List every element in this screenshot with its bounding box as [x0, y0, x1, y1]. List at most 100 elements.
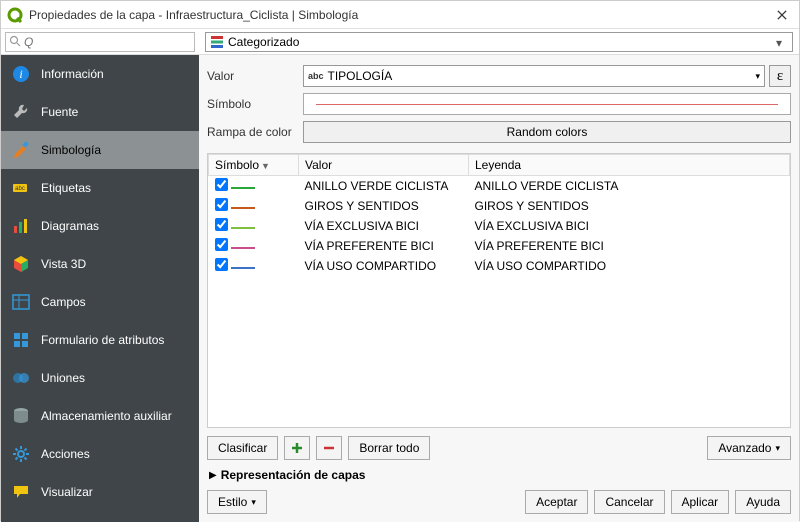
fields-icon	[11, 292, 31, 312]
expression-button[interactable]: ε	[769, 65, 791, 87]
row-legend: GIROS Y SENTIDOS	[469, 196, 790, 216]
row-legend: VÍA PREFERENTE BICI	[469, 236, 790, 256]
sidebar-item-label: Fuente	[41, 105, 78, 119]
style-button[interactable]: Estilo▾	[207, 490, 267, 514]
layer-rendering-expander[interactable]: ▶ Representación de capas	[199, 464, 799, 484]
symbol-swatch	[231, 227, 255, 229]
remove-category-button[interactable]	[316, 436, 342, 460]
categories-table-host: Símbolo▼ Valor Leyenda ANILLO VERDE CICL…	[207, 153, 791, 428]
symbol-preview-line	[316, 104, 778, 105]
renderer-type-label: Categorizado	[228, 35, 776, 49]
storage-icon	[11, 406, 31, 426]
row-visibility-checkbox[interactable]	[215, 178, 228, 191]
sidebar-item-label: Uniones	[41, 371, 85, 385]
sidebar-item-label: Simbología	[41, 143, 101, 157]
app-icon	[7, 7, 23, 23]
ok-button[interactable]: Aceptar	[525, 490, 588, 514]
sidebar-item-label: Visualizar	[41, 485, 93, 499]
symbol-button[interactable]	[303, 93, 791, 115]
advanced-button[interactable]: Avanzado▾	[707, 436, 791, 460]
sidebar-item-visualizar[interactable]: Visualizar	[1, 473, 199, 511]
sidebar-item-informacion[interactable]: i Información	[1, 55, 199, 93]
color-ramp-value: Random colors	[507, 125, 588, 139]
content-panel: Valor abc TIPOLOGÍA ▾ ε Símbolo	[199, 55, 799, 522]
apply-button[interactable]: Aplicar	[671, 490, 730, 514]
table-row[interactable]: GIROS Y SENTIDOSGIROS Y SENTIDOS	[209, 196, 790, 216]
row-legend: ANILLO VERDE CICLISTA	[469, 176, 790, 197]
sort-down-icon: ▼	[261, 161, 270, 171]
title-bar: Propiedades de la capa - Infraestructura…	[1, 1, 799, 29]
sidebar-item-vista3d[interactable]: Vista 3D	[1, 245, 199, 283]
renderer-type-combo[interactable]: Categorizado ▾	[205, 32, 793, 52]
sidebar-item-acciones[interactable]: Acciones	[1, 435, 199, 473]
row-value: ANILLO VERDE CICLISTA	[299, 176, 469, 197]
sidebar-item-campos[interactable]: Campos	[1, 283, 199, 321]
symbol-label: Símbolo	[207, 97, 303, 111]
delete-all-button[interactable]: Borrar todo	[348, 436, 430, 460]
add-category-button[interactable]	[284, 436, 310, 460]
row-visibility-checkbox[interactable]	[215, 198, 228, 211]
row-value: GIROS Y SENTIDOS	[299, 196, 469, 216]
sidebar-item-uniones[interactable]: Uniones	[1, 359, 199, 397]
symbol-swatch	[231, 267, 255, 269]
sidebar-item-diagramas[interactable]: Diagramas	[1, 207, 199, 245]
classify-button[interactable]: Clasificar	[207, 436, 278, 460]
layer-rendering-label: Representación de capas	[221, 468, 366, 482]
table-row[interactable]: ANILLO VERDE CICLISTAANILLO VERDE CICLIS…	[209, 176, 790, 197]
window-title: Propiedades de la capa - Infraestructura…	[29, 8, 771, 22]
categories-table: Símbolo▼ Valor Leyenda ANILLO VERDE CICL…	[208, 154, 790, 276]
cube-icon	[11, 254, 31, 274]
chevron-down-icon: ▾	[755, 71, 760, 82]
help-button[interactable]: Ayuda	[735, 490, 791, 514]
table-row[interactable]: VÍA USO COMPARTIDOVÍA USO COMPARTIDO	[209, 256, 790, 276]
color-ramp-button[interactable]: Random colors	[303, 121, 791, 143]
row-visibility-checkbox[interactable]	[215, 238, 228, 251]
col-value[interactable]: Valor	[299, 155, 469, 176]
close-button[interactable]	[771, 4, 793, 26]
sidebar-item-fuente[interactable]: Fuente	[1, 93, 199, 131]
row-legend: VÍA USO COMPARTIDO	[469, 256, 790, 276]
chevron-down-icon: ▾	[775, 443, 780, 454]
sidebar-item-label: Campos	[41, 295, 86, 309]
chevron-down-icon: ▾	[776, 36, 788, 48]
col-symbol[interactable]: Símbolo▼	[209, 155, 299, 176]
row-visibility-checkbox[interactable]	[215, 258, 228, 271]
svg-text:abc: abc	[15, 186, 25, 192]
categorized-icon	[210, 35, 224, 49]
value-field-text: TIPOLOGÍA	[328, 69, 393, 83]
diagrams-icon	[11, 216, 31, 236]
row-legend: VÍA EXCLUSIVA BICI	[469, 216, 790, 236]
row-visibility-checkbox[interactable]	[215, 218, 228, 231]
symbol-swatch	[231, 187, 255, 189]
gear-icon	[11, 444, 31, 464]
tooltip-icon	[11, 482, 31, 502]
chevron-down-icon: ▾	[251, 497, 256, 508]
table-row[interactable]: VÍA EXCLUSIVA BICIVÍA EXCLUSIVA BICI	[209, 216, 790, 236]
table-row[interactable]: VÍA PREFERENTE BICIVÍA PREFERENTE BICI	[209, 236, 790, 256]
row-value: VÍA PREFERENTE BICI	[299, 236, 469, 256]
abc-type-icon: abc	[308, 71, 324, 81]
form-icon	[11, 330, 31, 350]
labels-icon: abc	[11, 178, 31, 198]
sidebar-item-etiquetas[interactable]: abc Etiquetas	[1, 169, 199, 207]
sidebar-item-label: Etiquetas	[41, 181, 91, 195]
cancel-button[interactable]: Cancelar	[594, 490, 664, 514]
dialog-footer: Estilo▾ Aceptar Cancelar Aplicar Ayuda	[199, 484, 799, 522]
col-legend[interactable]: Leyenda	[469, 155, 790, 176]
triangle-right-icon: ▶	[209, 470, 217, 481]
sidebar-item-label: Formulario de atributos	[41, 333, 164, 347]
sidebar-item-almacenamiento[interactable]: Almacenamiento auxiliar	[1, 397, 199, 435]
sidebar-item-formulario[interactable]: Formulario de atributos	[1, 321, 199, 359]
sidebar-item-label: Acciones	[41, 447, 90, 461]
sidebar-item-simbologia[interactable]: Simbología	[1, 131, 199, 169]
svg-text:i: i	[19, 67, 22, 81]
sidebar-item-representacion[interactable]: Representación	[1, 511, 199, 522]
sidebar-item-label: Información	[41, 67, 104, 81]
sidebar: i Información Fuente Simbología abc Etiq…	[1, 55, 199, 522]
value-field-combo[interactable]: abc TIPOLOGÍA ▾	[303, 65, 765, 87]
joins-icon	[11, 368, 31, 388]
search-row: Categorizado ▾	[1, 29, 799, 55]
sidebar-item-label: Almacenamiento auxiliar	[41, 409, 172, 423]
brush-icon	[11, 140, 31, 160]
sidebar-search-input[interactable]	[5, 32, 195, 52]
